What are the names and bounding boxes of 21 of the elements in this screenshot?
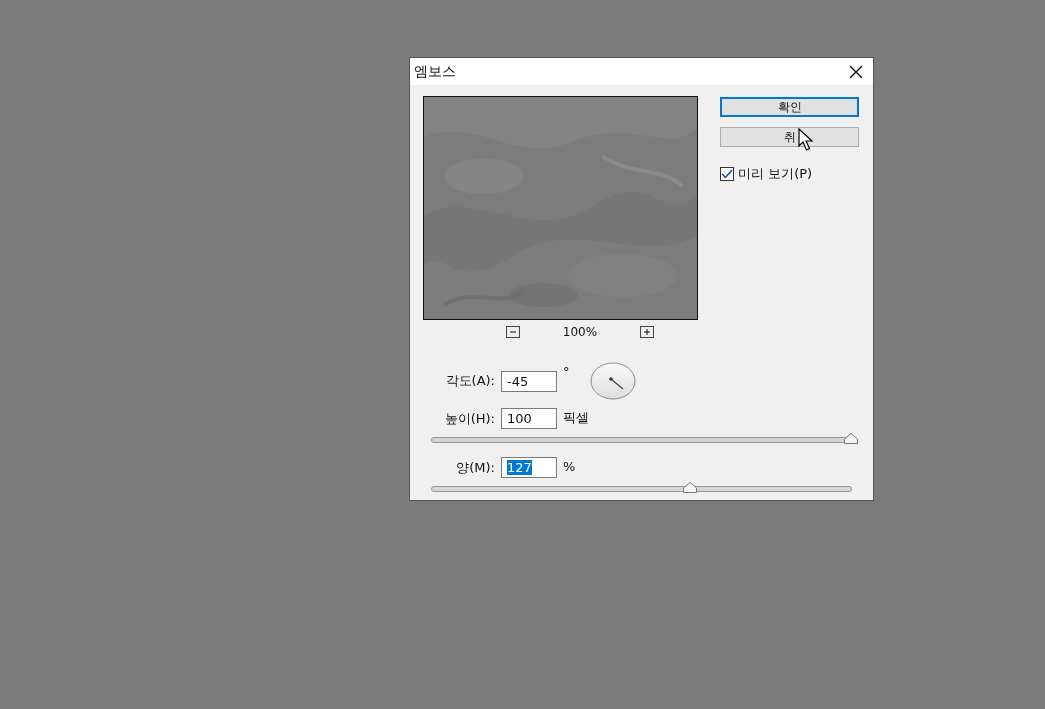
- close-icon[interactable]: [849, 64, 863, 79]
- dialog-button[interactable]: 취: [720, 127, 859, 147]
- unit-label: °: [563, 363, 570, 381]
- dialog-button[interactable]: 확인: [720, 97, 859, 117]
- checkbox-label: 미리 보기(P): [738, 165, 813, 183]
- slider-thumb[interactable]: [682, 482, 697, 493]
- field-label: 높이(H):: [443, 409, 495, 428]
- input-field[interactable]: 100: [501, 408, 557, 429]
- zoom-level: 100%: [561, 324, 599, 341]
- unit-label: %: [563, 458, 576, 476]
- dialog-title: 엠보스: [414, 62, 456, 81]
- field-label: 각도(A):: [444, 372, 495, 391]
- slider-thumb[interactable]: [844, 433, 858, 444]
- angle-dial[interactable]: [589, 362, 636, 400]
- zoom-in-button[interactable]: [640, 326, 654, 338]
- input-field[interactable]: -45: [501, 370, 557, 392]
- preview-checkbox[interactable]: [720, 166, 734, 181]
- zoom-out-button[interactable]: [506, 326, 520, 338]
- input-field[interactable]: 127: [501, 457, 557, 478]
- field-label: 양(M):: [455, 458, 495, 477]
- unit-label: 픽셀: [563, 409, 589, 427]
